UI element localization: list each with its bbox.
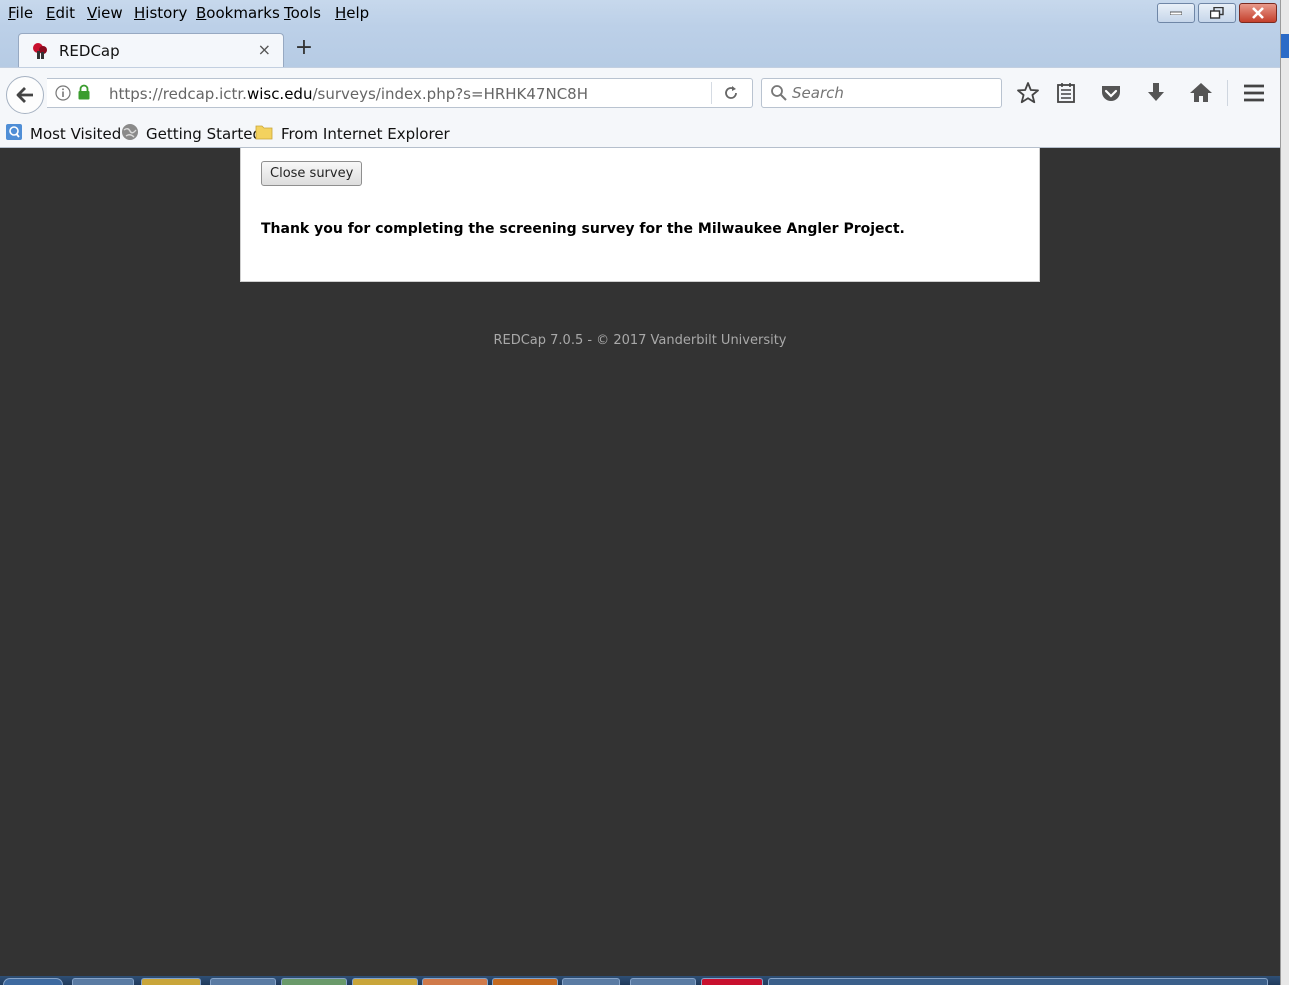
taskbar-item[interactable] <box>422 978 488 985</box>
url-text[interactable]: https://redcap.ictr.wisc.edu/surveys/ind… <box>109 85 588 103</box>
menu-tools[interactable]: Tools <box>284 4 321 22</box>
menu-view[interactable]: View <box>87 4 123 22</box>
start-button[interactable] <box>3 978 63 985</box>
search-box[interactable] <box>761 78 1002 108</box>
menu-bar: File Edit View History Bookmarks Tools H… <box>0 0 1280 27</box>
taskbar-item[interactable] <box>72 978 134 985</box>
pocket-icon[interactable] <box>1098 80 1124 106</box>
close-window-button[interactable] <box>1239 3 1277 23</box>
menu-edit[interactable]: Edit <box>46 4 75 22</box>
downloads-icon[interactable] <box>1143 80 1169 106</box>
back-button[interactable] <box>6 76 44 114</box>
page-footer: REDCap 7.0.5 - © 2017 Vanderbilt Univers… <box>493 333 787 348</box>
back-arrow-icon <box>16 87 33 103</box>
search-icon <box>771 85 787 101</box>
menu-help[interactable]: Help <box>335 4 369 22</box>
url-path: /surveys/index.php?s=HRHK47NC8H <box>312 85 588 103</box>
info-icon[interactable] <box>55 85 71 101</box>
bookmark-getting-started[interactable]: Getting Started <box>146 125 262 143</box>
toolbar-separator <box>1227 80 1228 106</box>
bookmark-most-visited[interactable]: Most Visited <box>30 125 121 143</box>
taskbar-item[interactable] <box>701 978 763 985</box>
url-prefix: https://redcap.ictr. <box>109 85 247 103</box>
taskbar-item[interactable] <box>141 978 201 985</box>
restore-icon <box>1210 7 1224 19</box>
menu-history[interactable]: History <box>134 4 187 22</box>
close-icon <box>1252 7 1264 19</box>
bookmarks-menu-icon[interactable] <box>1053 80 1079 106</box>
hamburger-menu-icon[interactable] <box>1241 80 1267 106</box>
taskbar-item[interactable] <box>562 978 620 985</box>
reload-icon[interactable] <box>722 84 740 102</box>
bookmark-star-icon[interactable] <box>1015 80 1041 106</box>
bookmark-from-internet-explorer[interactable]: From Internet Explorer <box>281 125 450 143</box>
window-edge <box>1280 0 1289 985</box>
new-tab-button[interactable]: + <box>290 36 318 62</box>
tab-redcap[interactable]: REDCap × <box>18 33 284 68</box>
home-icon[interactable] <box>1188 80 1214 106</box>
adjacent-window-sliver <box>1281 34 1289 58</box>
tab-title: REDCap <box>59 42 120 60</box>
taskbar-item[interactable] <box>281 978 347 985</box>
completion-message: Thank you for completing the screening s… <box>261 221 905 237</box>
close-survey-button[interactable]: Close survey <box>261 161 363 186</box>
taskbar-item[interactable] <box>768 978 1268 985</box>
taskbar-item[interactable] <box>352 978 418 985</box>
tab-close-icon[interactable]: × <box>258 40 271 59</box>
menu-bookmarks[interactable]: Bookmarks <box>196 4 280 22</box>
taskbar-item[interactable] <box>492 978 558 985</box>
address-bar[interactable]: https://redcap.ictr.wisc.edu/surveys/ind… <box>47 78 753 108</box>
lock-icon[interactable] <box>77 84 91 101</box>
minimize-button[interactable] <box>1157 3 1195 23</box>
taskbar-item[interactable] <box>210 978 276 985</box>
url-domain: wisc.edu <box>246 85 313 103</box>
redcap-favicon-icon <box>33 43 47 59</box>
restore-button[interactable] <box>1198 3 1236 23</box>
most-visited-icon <box>6 124 22 140</box>
taskbar-item[interactable] <box>630 978 696 985</box>
survey-panel: Close survey Thank you for completing th… <box>240 148 1040 282</box>
minimize-icon <box>1170 11 1182 15</box>
menu-file[interactable]: File <box>8 4 33 22</box>
globe-icon <box>122 124 138 140</box>
search-input[interactable] <box>792 83 992 103</box>
folder-icon <box>255 125 273 140</box>
url-separator <box>711 82 712 104</box>
